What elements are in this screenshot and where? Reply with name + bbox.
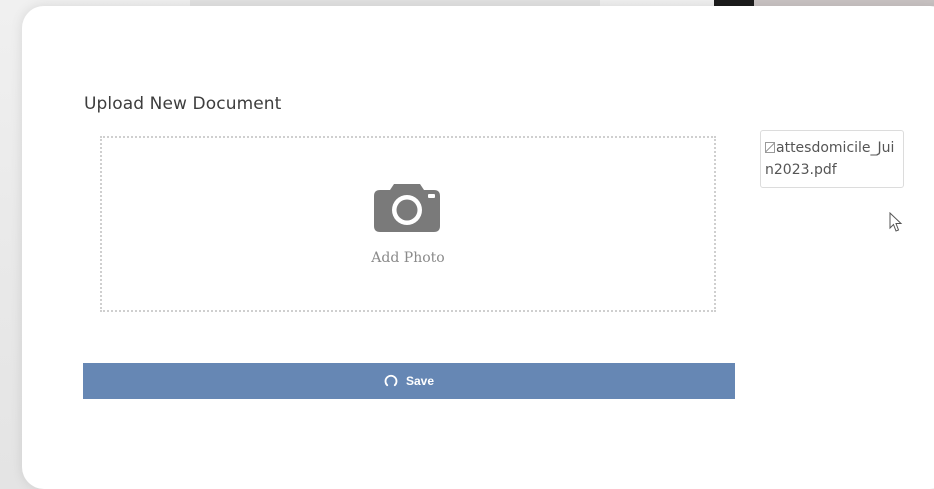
dialog-title: Upload New Document [84, 94, 282, 114]
mouse-cursor-icon [889, 212, 903, 232]
save-button[interactable]: Save [83, 363, 735, 399]
add-photo-label: Add Photo [371, 250, 445, 266]
file-name: attesdomicile_Juin2023.pdf [765, 140, 895, 178]
add-photo-dropzone[interactable]: Add Photo [100, 136, 716, 312]
file-name-wrapper: attesdomicile_Juin2023.pdf [765, 137, 899, 181]
broken-image-icon [765, 142, 775, 153]
camera-icon [374, 184, 440, 232]
upload-document-dialog: Upload New Document Add Photo attesdomic… [22, 6, 934, 489]
save-button-label: Save [405, 374, 435, 388]
spinner-icon [384, 374, 398, 387]
uploaded-file-thumbnail[interactable]: attesdomicile_Juin2023.pdf [760, 130, 904, 188]
